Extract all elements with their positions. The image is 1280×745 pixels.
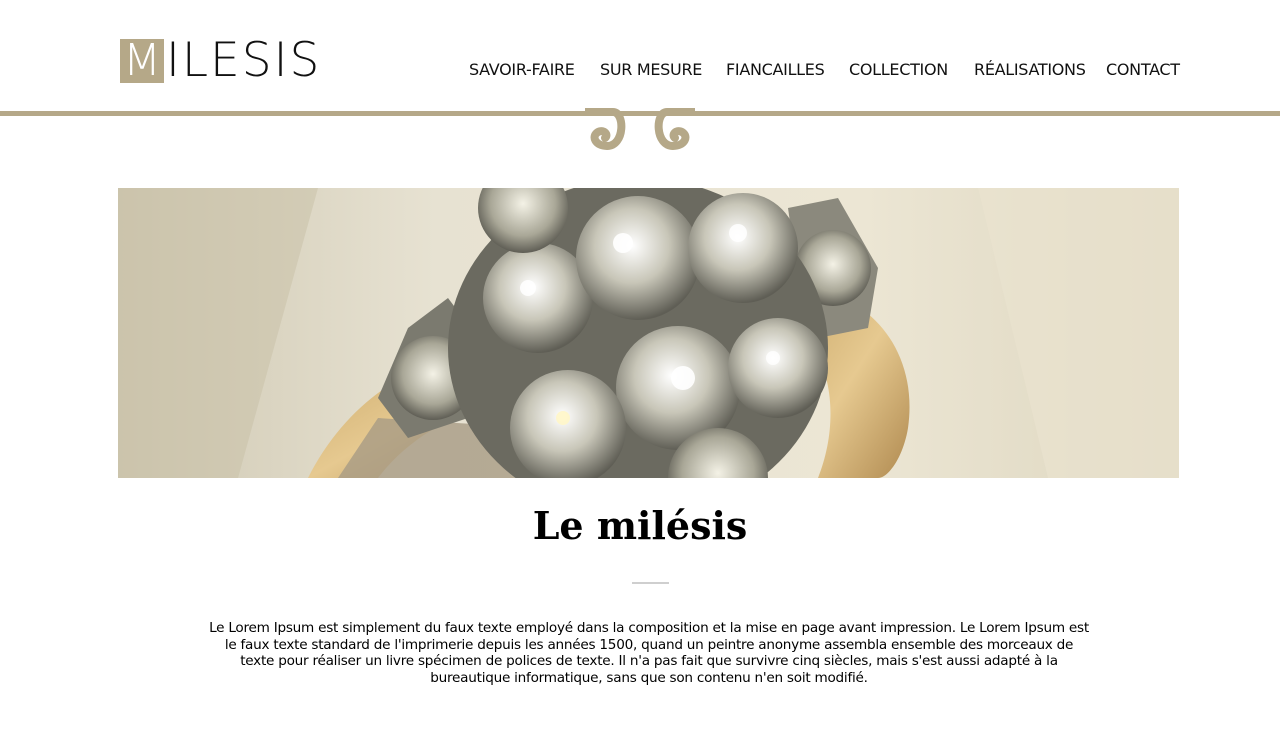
diamond-ring-photo: [118, 188, 1179, 478]
nav-item-sur-mesure[interactable]: SUR MESURE: [600, 60, 702, 79]
site-header: M ILESIS SAVOIR-FAIRE SUR MESURE FIANCAI…: [0, 0, 1280, 112]
title-divider: [632, 582, 669, 584]
main-nav: SAVOIR-FAIRE SUR MESURE FIANCAILLES COLL…: [0, 60, 1280, 84]
nav-item-contact[interactable]: CONTACT: [1106, 60, 1180, 79]
nav-item-realisations[interactable]: RÉALISATIONS: [974, 60, 1086, 79]
page-title: Le milésis: [532, 503, 748, 548]
nav-item-collection[interactable]: COLLECTION: [849, 60, 948, 79]
scroll-ornament-icon: [585, 108, 695, 151]
intro-paragraph: Le Lorem Ipsum est simplement du faux te…: [209, 620, 1089, 687]
nav-item-savoir-faire[interactable]: SAVOIR-FAIRE: [469, 60, 575, 79]
hero-image-ring: [118, 188, 1179, 478]
nav-item-fiancailles[interactable]: FIANCAILLES: [726, 60, 825, 79]
